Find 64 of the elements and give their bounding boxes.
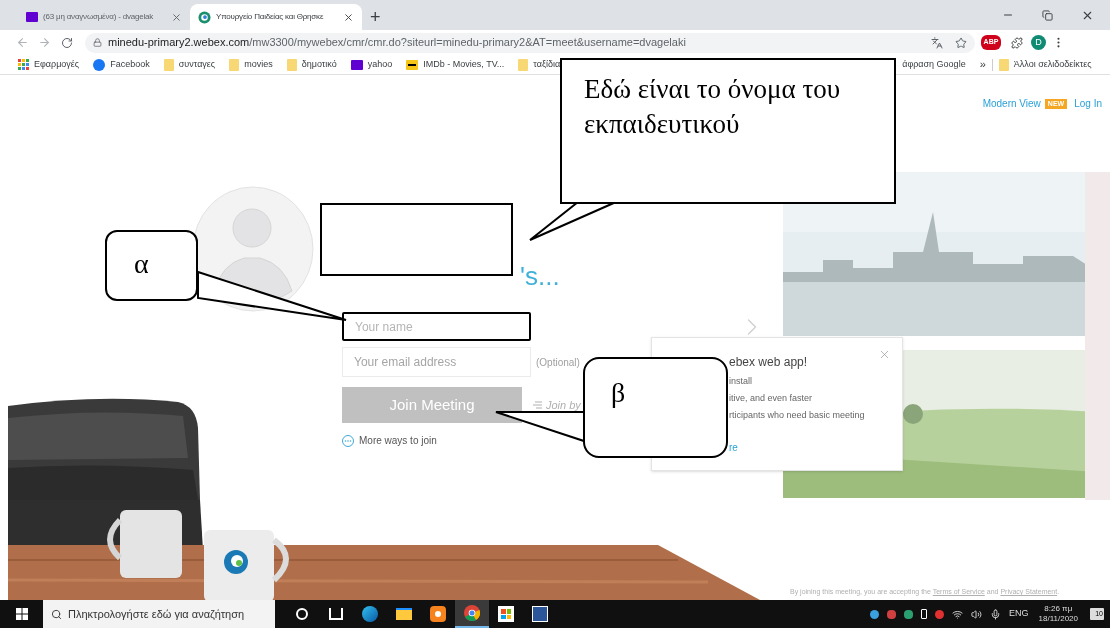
clock-time: 8:26 πμ (1044, 604, 1073, 614)
media-icon (430, 606, 446, 622)
bookmark-item[interactable]: δημοτικό (286, 57, 337, 72)
volume-icon[interactable] (971, 608, 983, 620)
search-icon (51, 608, 62, 620)
bookmark-item[interactable]: Facebook (93, 57, 150, 72)
reload-icon[interactable] (61, 36, 73, 49)
profile-avatar[interactable]: D (1031, 35, 1046, 50)
callout-text: β (611, 376, 627, 410)
chrome-icon (464, 605, 480, 621)
overflow-button[interactable]: » (979, 56, 986, 73)
more-icon (342, 434, 354, 447)
apps-grid-icon (18, 59, 29, 70)
more-ways-link[interactable]: More ways to join (359, 433, 437, 448)
address-bar[interactable]: minedu-primary2.webex.com/mw3300/mywebex/cmr/cmr.do?siteurl=minedu-primary2&AT=meet&username=dvagelaki (85, 32, 975, 53)
language-indicator[interactable]: ENG (1009, 607, 1029, 621)
tab-title: (63 μη αναγνωσμένα) - dvagelak (43, 11, 155, 23)
close-icon[interactable] (343, 11, 354, 23)
bookmark-item[interactable]: συνταγες (163, 57, 216, 72)
callout-text: α (134, 247, 150, 281)
folder-icon (396, 608, 412, 620)
bookmark-item[interactable]: ταξίδια (518, 57, 561, 72)
bookmark-item[interactable]: Άλλοι σελιδοδείκτες (998, 57, 1092, 72)
optional-note: (Optional) (536, 355, 580, 370)
popup-text: rticipants who need basic meeting (729, 409, 866, 422)
bookmark-item[interactable]: άφραση Google (902, 57, 966, 72)
windows-icon[interactable] (16, 608, 28, 620)
store-icon (498, 606, 514, 622)
taskbar-search[interactable]: Πληκτρολογήστε εδώ για αναζήτηση (43, 600, 275, 628)
browser-tab[interactable]: Υπουργείο Παιδείας και Θρησκε (190, 4, 362, 30)
url-text: minedu-primary2.webex.com/mw3300/mywebex/cmr/cmr.do?siteurl=minedu-primary2&AT=meet&username=dvagelaki (108, 35, 686, 51)
lock-icon (93, 38, 102, 47)
bookmark-item[interactable]: Εφαρμογές (18, 57, 80, 72)
translate-icon[interactable] (931, 36, 943, 49)
extensions-icon[interactable] (1011, 36, 1023, 49)
list-icon (532, 401, 542, 409)
webex-icon (198, 10, 211, 24)
task-view-icon (329, 608, 343, 620)
host-heading: 's... (520, 260, 560, 292)
folder-icon (286, 58, 297, 71)
email-field[interactable]: Your email address (342, 347, 531, 377)
new-tab-button[interactable]: + (370, 8, 381, 26)
callout-text: Εδώ είναι το όνομα του εκπαιδευτικού (584, 73, 842, 142)
clock-date: 18/11/2020 (1038, 614, 1078, 624)
popup-text: itive, and even faster (729, 392, 814, 405)
bookmark-item[interactable]: IMDb - Movies, TV... (406, 57, 505, 72)
bookmark-item[interactable]: movies (229, 57, 273, 72)
clock[interactable]: 8:26 πμ 18/11/2020 (1038, 604, 1078, 624)
taskbar-app[interactable] (455, 600, 489, 628)
tab-title: Υπουργείο Παιδείας και Θρησκε (216, 11, 325, 23)
popup-title: ebex web app! (729, 354, 808, 371)
restore-icon[interactable] (1042, 9, 1053, 21)
close-icon[interactable] (171, 11, 182, 23)
folder-icon (229, 58, 240, 71)
search-placeholder: Πληκτρολογήστε εδώ για αναζήτηση (68, 606, 245, 622)
wifi-icon[interactable] (952, 608, 964, 620)
microphone-icon[interactable] (990, 608, 1002, 620)
folder-icon (998, 58, 1009, 71)
folder-icon (163, 58, 174, 71)
star-icon[interactable] (955, 36, 967, 49)
bookmark-item[interactable]: yahoo (350, 57, 393, 72)
popup-text: install (729, 375, 753, 388)
folder-icon (518, 58, 529, 71)
name-field[interactable]: Your name (342, 312, 531, 341)
